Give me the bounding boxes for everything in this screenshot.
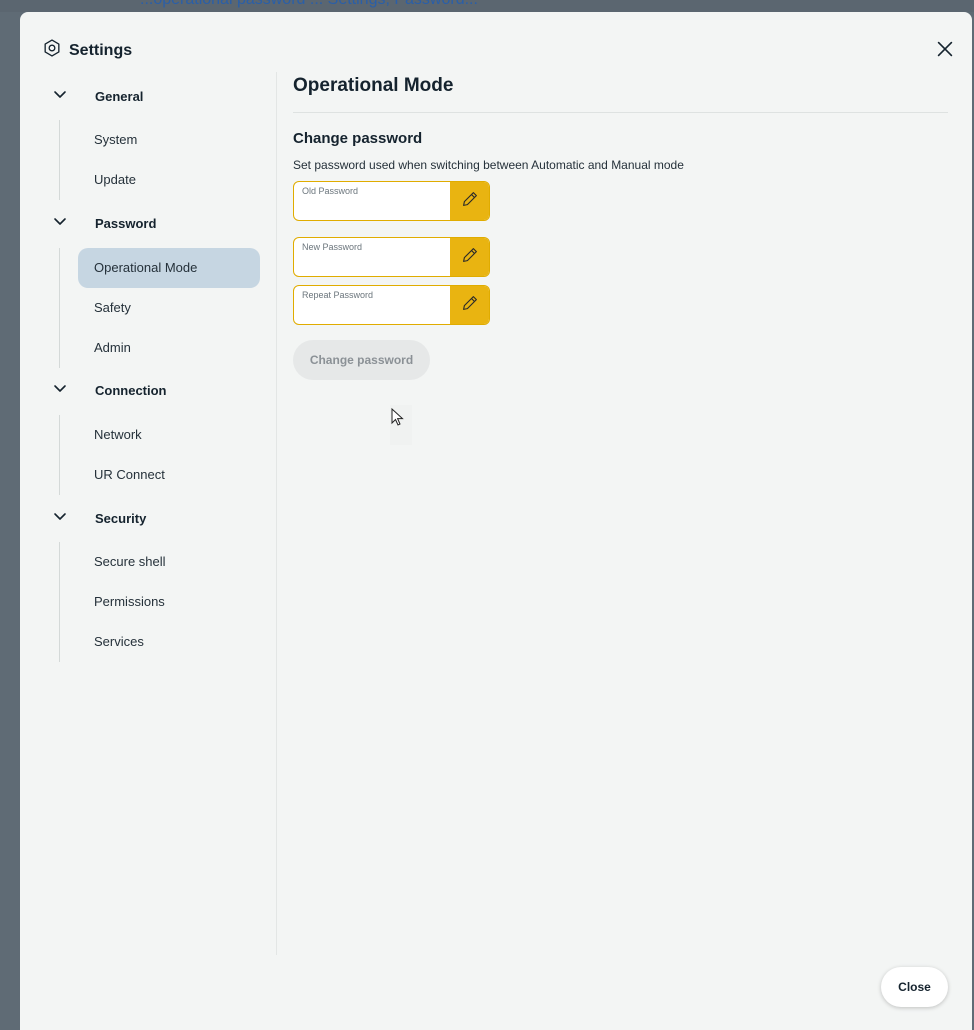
dialog-header: Settings bbox=[42, 38, 132, 63]
dialog-title: Settings bbox=[69, 41, 133, 59]
section-label-general: General bbox=[95, 89, 144, 104]
section-toggle-general[interactable] bbox=[52, 84, 68, 108]
sidebar-item-label: Services bbox=[94, 634, 144, 649]
sidebar-item-label: Update bbox=[94, 172, 136, 187]
repeat-password-field[interactable]: Repeat Password bbox=[293, 285, 490, 325]
sidebar-divider bbox=[276, 72, 277, 955]
section-toggle-security[interactable] bbox=[52, 506, 68, 530]
sidebar-item-label: UR Connect bbox=[94, 467, 165, 482]
old-password-field[interactable]: Old Password bbox=[293, 181, 490, 221]
chevron-down-icon bbox=[52, 86, 68, 107]
sidebar-item-label: Permissions bbox=[94, 594, 165, 609]
sidebar-item-label: Admin bbox=[94, 340, 131, 355]
repeat-password-label: Repeat Password bbox=[302, 290, 374, 300]
chevron-down-icon bbox=[52, 380, 68, 401]
pencil-icon bbox=[461, 294, 479, 317]
pencil-icon bbox=[461, 246, 479, 269]
chevron-down-icon bbox=[52, 508, 68, 529]
close-button[interactable]: Close bbox=[881, 967, 948, 1007]
sidebar-item-label: System bbox=[94, 132, 138, 147]
sidebar-item-label: Operational Mode bbox=[94, 260, 198, 275]
tree-line bbox=[59, 542, 60, 662]
sidebar-item-permissions[interactable]: Permissions bbox=[78, 582, 260, 622]
change-password-button[interactable]: Change password bbox=[293, 340, 430, 380]
page-title: Operational Mode bbox=[293, 75, 454, 96]
gear-icon bbox=[42, 38, 62, 63]
sidebar-item-label: Network bbox=[94, 427, 142, 442]
section-title: Change password bbox=[293, 130, 423, 147]
section-label-security: Security bbox=[95, 511, 147, 526]
sidebar-item-label: Secure shell bbox=[94, 554, 166, 569]
sidebar-item-system[interactable]: System bbox=[78, 120, 260, 160]
new-password-label: New Password bbox=[302, 242, 363, 252]
pencil-icon bbox=[461, 190, 479, 213]
tree-line bbox=[59, 248, 60, 368]
sidebar-item-ur-connect[interactable]: UR Connect bbox=[78, 455, 260, 495]
sidebar-item-label: Safety bbox=[94, 300, 131, 315]
settings-dialog: Settings General System Update Password … bbox=[20, 12, 972, 1030]
section-label-password: Password bbox=[95, 216, 157, 231]
tree-line bbox=[59, 415, 60, 495]
old-password-edit-button[interactable] bbox=[450, 182, 489, 220]
section-label-connection: Connection bbox=[95, 383, 167, 398]
old-password-label: Old Password bbox=[302, 186, 359, 196]
repeat-password-edit-button[interactable] bbox=[450, 286, 489, 324]
sidebar-item-services[interactable]: Services bbox=[78, 622, 260, 662]
new-password-edit-button[interactable] bbox=[450, 238, 489, 276]
mouse-cursor-icon bbox=[390, 405, 412, 445]
section-description: Set password used when switching between… bbox=[293, 158, 684, 172]
title-divider bbox=[293, 112, 948, 113]
settings-sidebar: General System Update Password Operation… bbox=[20, 72, 276, 972]
background-window: ...operational password ... Settings, Pa… bbox=[0, 0, 974, 12]
close-icon[interactable] bbox=[934, 38, 956, 60]
sidebar-item-admin[interactable]: Admin bbox=[78, 328, 260, 368]
sidebar-item-update[interactable]: Update bbox=[78, 160, 260, 200]
chevron-down-icon bbox=[52, 213, 68, 234]
sidebar-item-secure-shell[interactable]: Secure shell bbox=[78, 542, 260, 582]
section-toggle-connection[interactable] bbox=[52, 378, 68, 402]
sidebar-item-network[interactable]: Network bbox=[78, 415, 260, 455]
tree-line bbox=[59, 120, 60, 200]
background-text: ...operational password ... Settings, Pa… bbox=[140, 0, 478, 9]
section-toggle-password[interactable] bbox=[52, 211, 68, 235]
sidebar-item-safety[interactable]: Safety bbox=[78, 288, 260, 328]
new-password-field[interactable]: New Password bbox=[293, 237, 490, 277]
sidebar-item-operational-mode[interactable]: Operational Mode bbox=[78, 248, 260, 288]
